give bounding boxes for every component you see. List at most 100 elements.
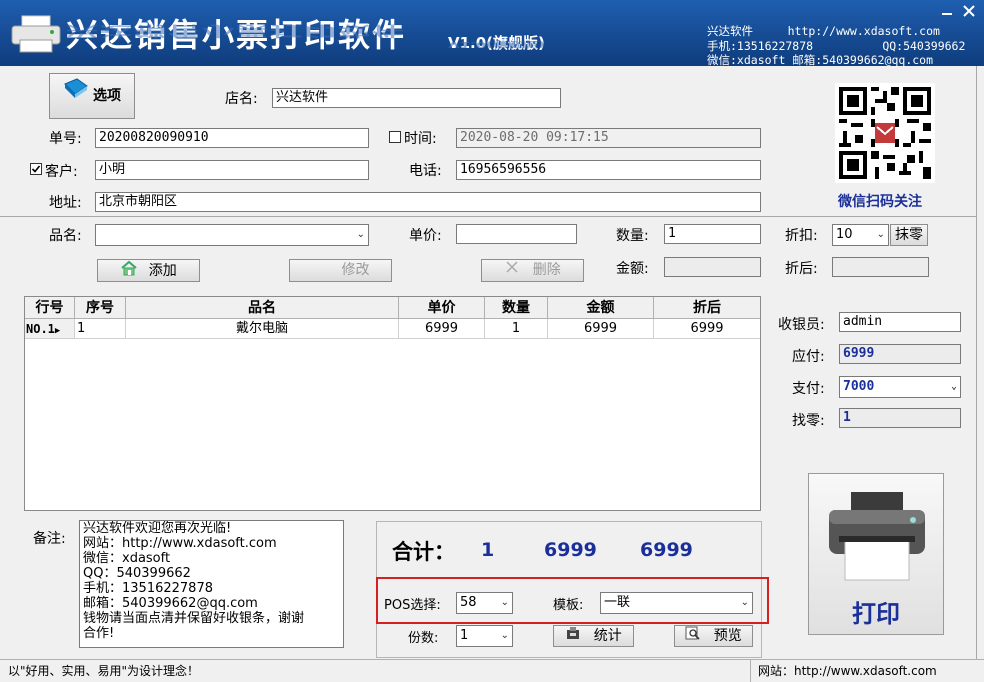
preview-button[interactable]: 预览 <box>674 625 753 647</box>
notes-line: 微信：xdasoft <box>83 551 340 566</box>
chevron-down-icon: ⌄ <box>501 626 509 646</box>
order-number-input[interactable]: 20200820090910 <box>95 128 369 148</box>
close-icon <box>959 3 979 19</box>
discount-label: 折扣: <box>785 225 818 245</box>
col-header-row[interactable]: 行号 <box>25 297 75 319</box>
add-button[interactable]: 添加 <box>97 259 200 282</box>
time-checkbox[interactable] <box>389 131 401 143</box>
delete-button[interactable]: 删除 <box>481 259 584 282</box>
round-off-button[interactable]: 抹零 <box>890 224 928 246</box>
name-cell: 戴尔电脑 <box>126 319 399 339</box>
printer-icon <box>825 488 929 588</box>
print-button[interactable]: 打印 <box>808 473 944 635</box>
close-button[interactable] <box>959 3 979 19</box>
phone-input[interactable]: 16956596556 <box>456 160 761 180</box>
address-label: 地址: <box>49 192 82 212</box>
due-input[interactable]: 6999 <box>839 344 961 364</box>
chevron-down-icon: ⌄ <box>877 225 885 245</box>
status-website: 网站：http://www.xdasoft.com <box>758 660 937 682</box>
copies-select[interactable]: 1 ⌄ <box>456 625 513 647</box>
qr-caption: 微信扫码关注 <box>838 191 922 211</box>
checkmark-icon <box>31 164 41 174</box>
notes-line: 兴达软件欢迎您再次光临! <box>83 521 340 536</box>
notes-textarea[interactable]: 兴达软件欢迎您再次光临! 网站：http://www.xdasoft.com 微… <box>79 520 344 648</box>
change-input[interactable]: 1 <box>839 408 961 428</box>
notes-line: 网站：http://www.xdasoft.com <box>83 536 340 551</box>
stats-button[interactable]: 统计 <box>553 625 634 647</box>
paid-value: 7000 <box>843 379 874 394</box>
col-header-amount[interactable]: 金额 <box>548 297 654 319</box>
after-cell: 6999 <box>654 319 760 339</box>
status-slogan: 以"好用、实用、易用"为设计理念！ <box>8 660 199 682</box>
qty-cell: 1 <box>485 319 548 339</box>
after-discount-label: 折后: <box>785 258 818 278</box>
paid-select[interactable]: 7000 ⌄ <box>839 376 961 398</box>
customer-checkbox[interactable] <box>30 163 42 175</box>
minimize-button[interactable] <box>941 5 955 17</box>
cashier-input[interactable]: admin <box>839 312 961 332</box>
notes-line: 钱物请当面点清并保留好收银条，谢谢 <box>83 611 340 626</box>
quantity-input[interactable]: 1 <box>664 224 761 244</box>
discount-value: 10 <box>836 227 853 242</box>
col-header-after[interactable]: 折后 <box>654 297 760 319</box>
scissors-icon <box>504 262 524 278</box>
row-number-cell: NO.1▶ <box>25 319 75 339</box>
quantity-label: 数量: <box>616 225 649 245</box>
edit-button[interactable]: 修改 <box>289 259 392 282</box>
qr-code <box>835 83 935 183</box>
phone-label: 电话: <box>409 160 442 180</box>
contact-line-1: 兴达软件 http://www.xdasoft.com <box>707 23 940 39</box>
print-label: 打印 <box>809 594 943 629</box>
amount-label: 金额: <box>616 258 649 278</box>
time-input[interactable]: 2020-08-20 09:17:15 <box>456 128 761 148</box>
item-name-label: 品名: <box>49 225 82 245</box>
notes-line: QQ：540399662 <box>83 566 340 581</box>
app-version-reflection: V1.0(旗舰版) <box>448 40 545 51</box>
total-after: 6999 <box>640 539 693 561</box>
discount-select[interactable]: 10 ⌄ <box>832 224 889 246</box>
printer-logo-icon <box>10 14 62 54</box>
change-label: 找零: <box>792 410 825 430</box>
price-cell: 6999 <box>399 319 485 339</box>
home-icon <box>120 264 142 280</box>
status-bar: 以"好用、实用、易用"为设计理念！ 网站：http://www.xdasoft.… <box>0 659 984 682</box>
address-input[interactable]: 北京市朝阳区 <box>95 192 761 212</box>
chevron-down-icon: ⌄ <box>951 377 957 397</box>
due-label: 应付: <box>792 346 825 366</box>
shop-name-label: 店名: <box>225 88 258 108</box>
add-label: 添加 <box>149 263 177 279</box>
amount-input[interactable] <box>664 257 761 277</box>
notes-line: 邮箱：540399662@qq.com <box>83 596 340 611</box>
book-icon <box>63 74 89 118</box>
contact-line-3: 微信:xdasoft 邮箱:540399662@qq.com <box>707 52 933 68</box>
notes-label: 备注: <box>33 528 66 548</box>
customer-label: 客户: <box>45 161 78 181</box>
total-amount: 6999 <box>544 539 597 561</box>
preview-label: 预览 <box>714 628 742 644</box>
unit-price-input[interactable] <box>456 224 577 244</box>
items-table[interactable]: 行号 序号 品名 单价 数量 金额 折后 NO.1▶ 1 戴尔电脑 6999 1… <box>24 296 761 511</box>
divider-top <box>0 216 976 217</box>
stats-icon <box>565 628 585 644</box>
highlight-box <box>376 577 769 624</box>
copies-value: 1 <box>460 628 468 643</box>
after-discount-input[interactable] <box>832 257 929 277</box>
total-label: 合计： <box>392 536 455 566</box>
customer-input[interactable]: 小明 <box>95 160 369 180</box>
col-header-price[interactable]: 单价 <box>399 297 485 319</box>
copies-label: 份数: <box>408 627 438 646</box>
edit-label: 修改 <box>342 262 370 278</box>
app-title-reflection: 兴达销售小票打印软件 <box>66 21 406 42</box>
shop-name-input[interactable]: 兴达软件 <box>272 88 561 108</box>
time-label: 时间: <box>404 128 437 148</box>
col-header-seq[interactable]: 序号 <box>75 297 126 319</box>
paid-label: 支付: <box>792 378 825 398</box>
options-button[interactable]: 选项 <box>49 73 135 119</box>
notes-line: 合作! <box>83 626 340 641</box>
divider-right <box>976 66 977 659</box>
item-name-select[interactable]: ⌄ <box>95 224 369 246</box>
col-header-name[interactable]: 品名 <box>126 297 399 319</box>
magnifier-icon <box>685 628 705 644</box>
col-header-qty[interactable]: 数量 <box>485 297 548 319</box>
seq-cell: 1 <box>75 319 126 339</box>
